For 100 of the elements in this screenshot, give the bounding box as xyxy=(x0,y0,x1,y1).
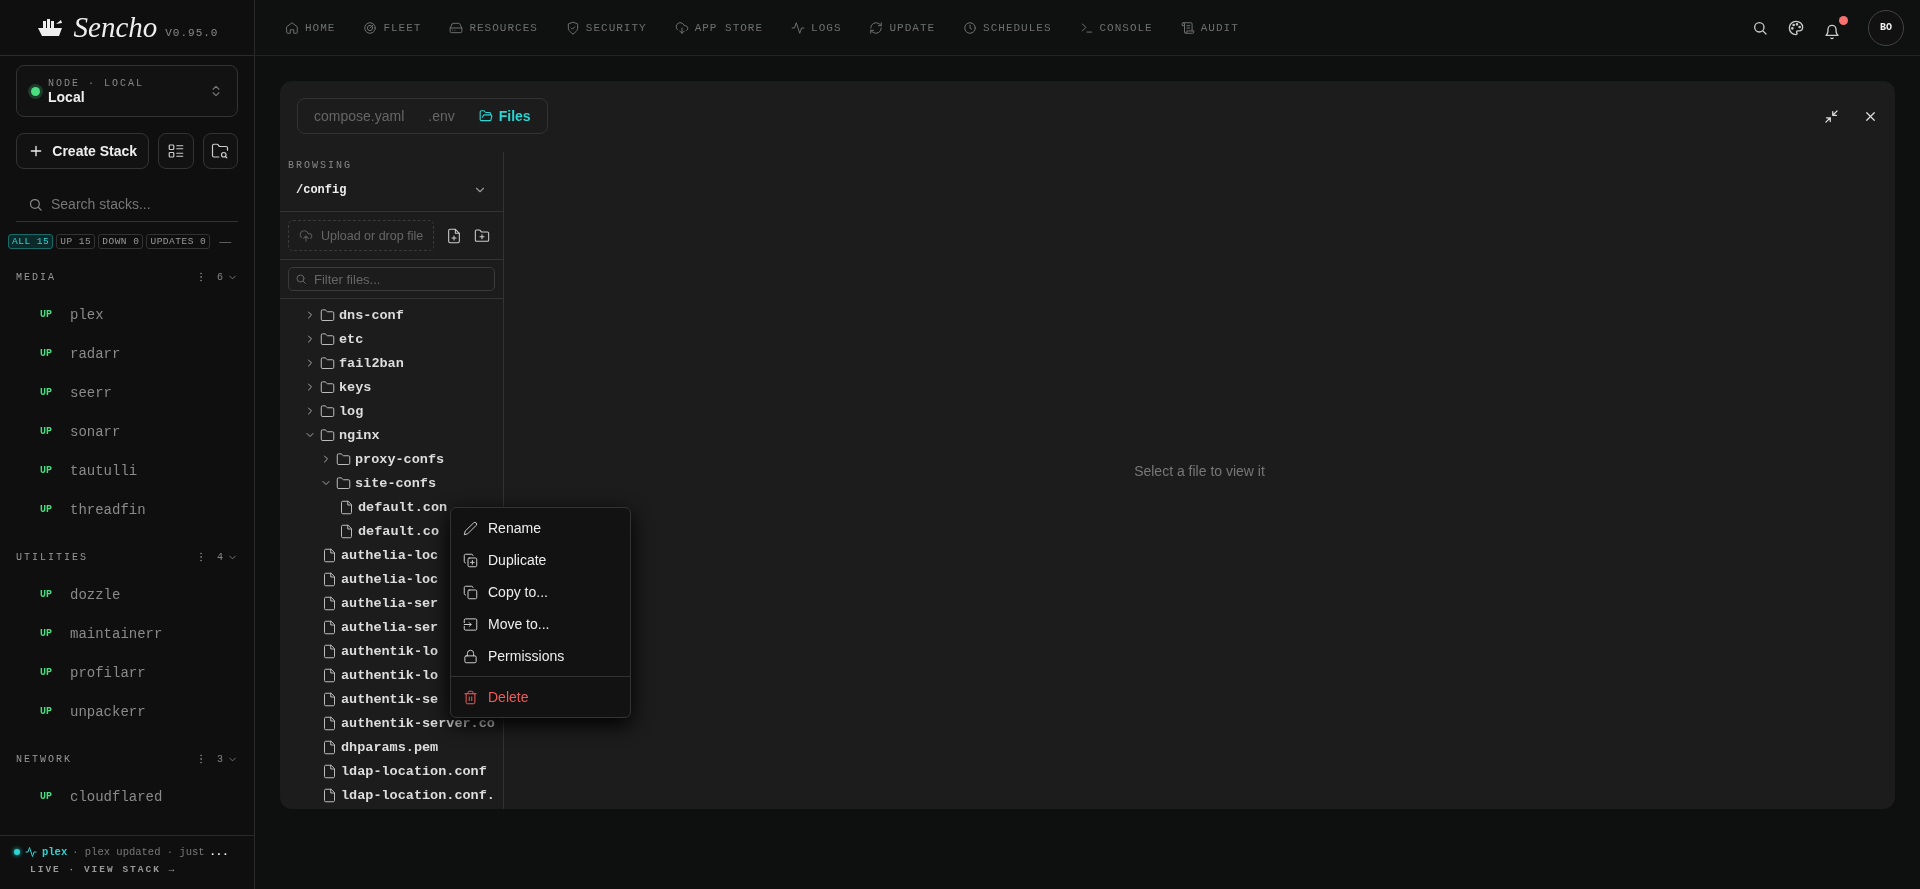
folder-plus-icon xyxy=(474,227,490,244)
stack-name[interactable]: radarr xyxy=(70,345,121,362)
filter-chip[interactable]: ALL 15 xyxy=(8,234,54,249)
cloud-download-icon xyxy=(674,20,689,35)
folder-icon xyxy=(320,307,335,323)
minimize-button[interactable] xyxy=(1824,108,1839,124)
nav-tab[interactable]: FLEET xyxy=(363,20,422,35)
nav-tab[interactable]: HOME xyxy=(285,20,336,35)
node-selector[interactable]: NODE · LOCAL Local xyxy=(16,65,238,117)
drive-icon xyxy=(449,20,464,35)
stack-link[interactable]: plex xyxy=(42,846,68,858)
status-label: UP xyxy=(40,309,53,320)
stack-name[interactable]: dozzle xyxy=(70,586,121,603)
group-title: MEDIA xyxy=(16,271,57,283)
tree-item[interactable]: nginx xyxy=(280,423,503,447)
group-count: 6 xyxy=(217,271,223,283)
folder-search-icon xyxy=(211,142,230,160)
stack-name[interactable]: threadfin xyxy=(70,501,146,518)
clock-icon xyxy=(963,20,978,35)
status-label: UP xyxy=(40,348,53,359)
stack-name[interactable]: profilarr xyxy=(70,664,146,681)
folder-icon xyxy=(336,475,351,491)
status-label: UP xyxy=(40,589,53,600)
group-count: 3 xyxy=(217,753,223,765)
new-file-button[interactable] xyxy=(446,227,462,244)
tree-item[interactable]: proxy-confs xyxy=(280,447,503,471)
tree-item[interactable]: ldap-location.conf xyxy=(280,759,503,783)
folder-search-button[interactable] xyxy=(202,133,238,169)
file-icon xyxy=(322,595,337,611)
tree-item[interactable]: etc xyxy=(280,327,503,351)
search-field[interactable]: Search stacks... xyxy=(51,194,238,214)
nav-tab[interactable]: SCHEDULES xyxy=(963,20,1052,35)
tree-item[interactable]: fail2ban xyxy=(280,351,503,375)
status-label: UP xyxy=(40,387,53,398)
tree-item[interactable]: ldap-location.conf. xyxy=(280,783,503,807)
status-label: UP xyxy=(40,426,53,437)
folder-icon xyxy=(320,355,335,371)
stack-name[interactable]: maintainerr xyxy=(70,625,163,642)
stack-name[interactable]: sonarr xyxy=(70,423,121,440)
palette-icon xyxy=(1788,19,1804,36)
theme-button[interactable] xyxy=(1788,19,1804,36)
status-label: UP xyxy=(40,504,53,515)
list-view-button[interactable] xyxy=(158,133,194,169)
nav-tab[interactable]: CONSOLE xyxy=(1079,20,1153,35)
version-label: V0.95.0 xyxy=(165,26,219,39)
live-dot xyxy=(14,849,20,855)
more-button[interactable]: ... xyxy=(209,846,229,858)
folder-icon xyxy=(336,451,351,467)
file-icon xyxy=(322,787,337,803)
file-icon xyxy=(339,523,354,539)
folder-icon xyxy=(320,331,335,347)
folder-icon xyxy=(478,109,493,123)
filter-chip[interactable]: DOWN 0 xyxy=(98,234,144,249)
status-label: UP xyxy=(40,465,53,476)
tree-item[interactable]: dhparams.pem xyxy=(280,735,503,759)
menu-item[interactable]: Duplicate xyxy=(451,544,630,576)
node-name: Local xyxy=(48,88,85,105)
menu-item[interactable]: Copy to... xyxy=(451,576,630,608)
menu-item[interactable]: Move to... xyxy=(451,608,630,640)
search-icon xyxy=(295,273,307,285)
lock-icon xyxy=(463,648,478,664)
nav-tab[interactable]: LOGS xyxy=(791,20,842,35)
filter-chip[interactable]: UPDATES 0 xyxy=(146,234,211,249)
status-label: UP xyxy=(40,791,53,802)
empty-message: Select a file to view it xyxy=(1134,462,1265,479)
create-stack-button[interactable]: Create Stack xyxy=(16,133,150,169)
nav-tab[interactable]: AUDIT xyxy=(1180,20,1239,35)
view-stack-link[interactable]: LIVE · VIEW STACK → xyxy=(30,864,240,875)
filter-chip[interactable]: UP 15 xyxy=(56,234,96,249)
path-selector[interactable]: /config xyxy=(288,177,495,203)
node-label: NODE · LOCAL xyxy=(48,77,144,89)
radar-icon xyxy=(363,20,378,35)
stack-name[interactable]: plex xyxy=(70,306,104,323)
filter-field[interactable]: Filter files... xyxy=(288,267,495,291)
tree-item[interactable]: keys xyxy=(280,375,503,399)
editor-tab[interactable]: Files xyxy=(478,108,531,124)
tree-item[interactable]: site-confs xyxy=(280,471,503,495)
section-label: BROWSING xyxy=(288,160,353,171)
new-folder-button[interactable] xyxy=(474,227,490,244)
bell-icon xyxy=(1824,23,1840,40)
trash-icon xyxy=(463,689,478,705)
scroll-icon xyxy=(1180,20,1195,35)
search-button[interactable] xyxy=(1752,19,1768,36)
stack-name[interactable]: cloudflared xyxy=(70,788,163,805)
tree-item[interactable]: dns-conf xyxy=(280,303,503,327)
stack-name[interactable]: tautulli xyxy=(70,462,138,479)
tree-item[interactable]: authentik-server.co xyxy=(280,711,503,735)
file-icon xyxy=(322,619,337,635)
stack-name[interactable]: unpackerr xyxy=(70,703,146,720)
nav-tab[interactable]: UPDATE xyxy=(869,20,936,35)
refresh-icon xyxy=(869,20,884,35)
status-label: UP xyxy=(40,628,53,639)
user-avatar[interactable]: BO xyxy=(1868,9,1904,46)
notifications-button[interactable] xyxy=(1824,15,1848,40)
file-icon xyxy=(322,715,337,731)
nav-tab[interactable]: SECURITY xyxy=(565,20,647,35)
nav-tab[interactable]: RESOURCES xyxy=(449,20,538,35)
tree-item[interactable]: log xyxy=(280,399,503,423)
nav-tab[interactable]: APP STORE xyxy=(674,20,764,35)
stack-name[interactable]: seerr xyxy=(70,384,112,401)
